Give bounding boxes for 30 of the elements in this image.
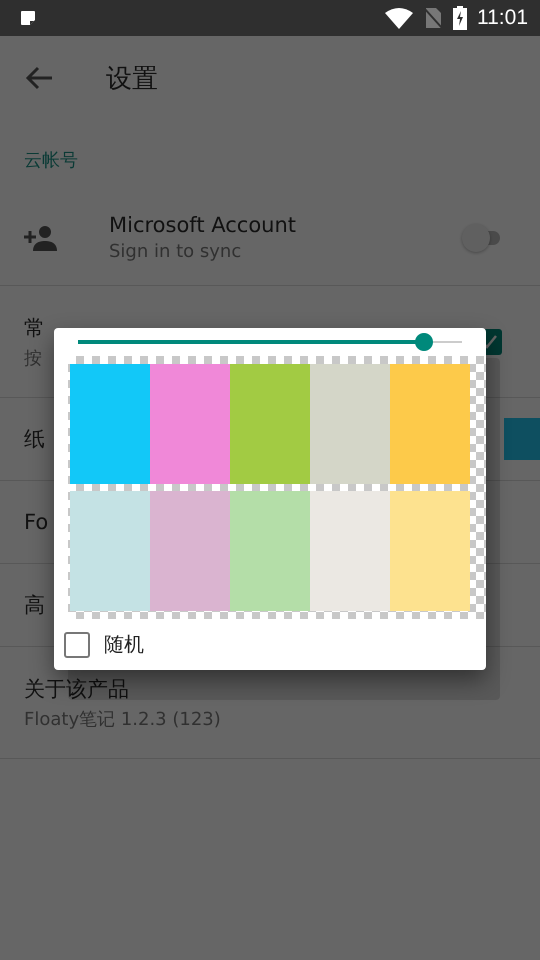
color-swatch[interactable] (150, 491, 230, 611)
clock-time: 11:01 (477, 6, 528, 30)
add-person-icon (24, 224, 58, 250)
random-label: 随机 (104, 631, 144, 658)
note-icon (20, 10, 36, 26)
color-swatch[interactable] (70, 364, 150, 484)
color-swatch[interactable] (504, 418, 540, 460)
section-header: 云帐号 (23, 149, 79, 173)
color-swatch[interactable] (70, 491, 150, 611)
color-swatch[interactable] (310, 491, 390, 611)
setting-title: 关于该产品 (24, 676, 130, 702)
setting-title: Fo (24, 510, 50, 534)
color-swatch[interactable] (390, 364, 470, 484)
wifi-icon (385, 7, 413, 29)
setting-title: 常 (24, 314, 46, 342)
slider-thumb[interactable] (414, 333, 433, 351)
color-swatch[interactable] (310, 364, 390, 484)
setting-title: Microsoft Account (109, 213, 298, 237)
random-checkbox[interactable] (64, 632, 90, 658)
page-title: 设置 (106, 62, 158, 96)
setting-title: 纸 (24, 426, 46, 453)
back-arrow-icon[interactable] (26, 66, 54, 90)
no-sim-icon (423, 7, 443, 29)
color-swatch[interactable] (150, 364, 230, 484)
setting-title: 高 (24, 592, 46, 619)
battery-charging-icon (453, 6, 467, 30)
color-swatch[interactable] (230, 491, 310, 611)
color-swatch[interactable] (230, 364, 310, 484)
color-swatch[interactable] (390, 491, 470, 611)
toggle-switch[interactable] (462, 224, 502, 252)
